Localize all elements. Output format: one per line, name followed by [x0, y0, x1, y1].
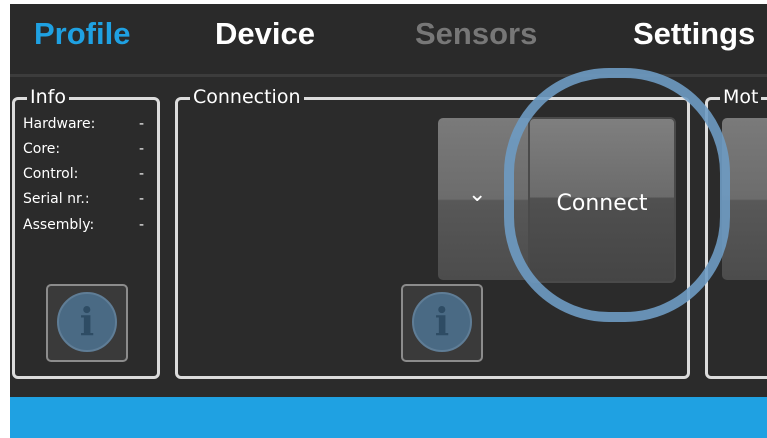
info-value: - — [139, 141, 145, 157]
info-value: - — [139, 217, 145, 233]
connect-button-label: Connect — [556, 191, 648, 216]
tab-settings[interactable]: Settings — [633, 16, 755, 52]
motor-group-title: Mot — [720, 86, 762, 108]
info-group-title: Info — [27, 86, 69, 108]
info-label: Core: — [23, 141, 61, 157]
tab-profile[interactable]: Profile — [34, 16, 130, 52]
tab-device[interactable]: Device — [215, 16, 315, 52]
connection-group-title: Connection — [190, 86, 304, 108]
connection-info-button[interactable]: i — [401, 284, 483, 362]
info-group: Info Hardware: - Core: - Control: - Seri… — [12, 86, 160, 379]
info-row-serial: Serial nr.: - — [23, 191, 144, 207]
info-value: - — [139, 191, 145, 207]
connection-group: Connection ⌄ Connect i — [175, 86, 690, 379]
top-nav: Profile Device Sensors Settings — [10, 4, 767, 74]
info-row-assembly: Assembly: - — [23, 217, 144, 233]
info-label: Hardware: — [23, 116, 96, 132]
chevron-down-icon: ⌄ — [468, 182, 487, 207]
info-row-core: Core: - — [23, 141, 144, 157]
motor-group: Mot — [705, 86, 767, 379]
connect-button[interactable]: Connect — [528, 117, 676, 283]
info-label: Control: — [23, 166, 79, 182]
info-icon: i — [57, 292, 117, 352]
nav-divider — [10, 74, 767, 77]
app-window: Profile Device Sensors Settings Info Har… — [10, 4, 767, 438]
info-value: - — [139, 116, 145, 132]
info-row-control: Control: - — [23, 166, 144, 182]
motor-button[interactable] — [722, 118, 767, 280]
status-bar — [10, 397, 767, 438]
info-icon: i — [412, 292, 472, 352]
info-value: - — [139, 166, 145, 182]
info-details-button[interactable]: i — [46, 284, 128, 362]
info-label: Assembly: — [23, 217, 95, 233]
tab-sensors[interactable]: Sensors — [415, 16, 537, 52]
port-dropdown-button[interactable]: ⌄ — [438, 118, 533, 280]
info-label: Serial nr.: — [23, 191, 90, 207]
info-row-hardware: Hardware: - — [23, 116, 144, 132]
